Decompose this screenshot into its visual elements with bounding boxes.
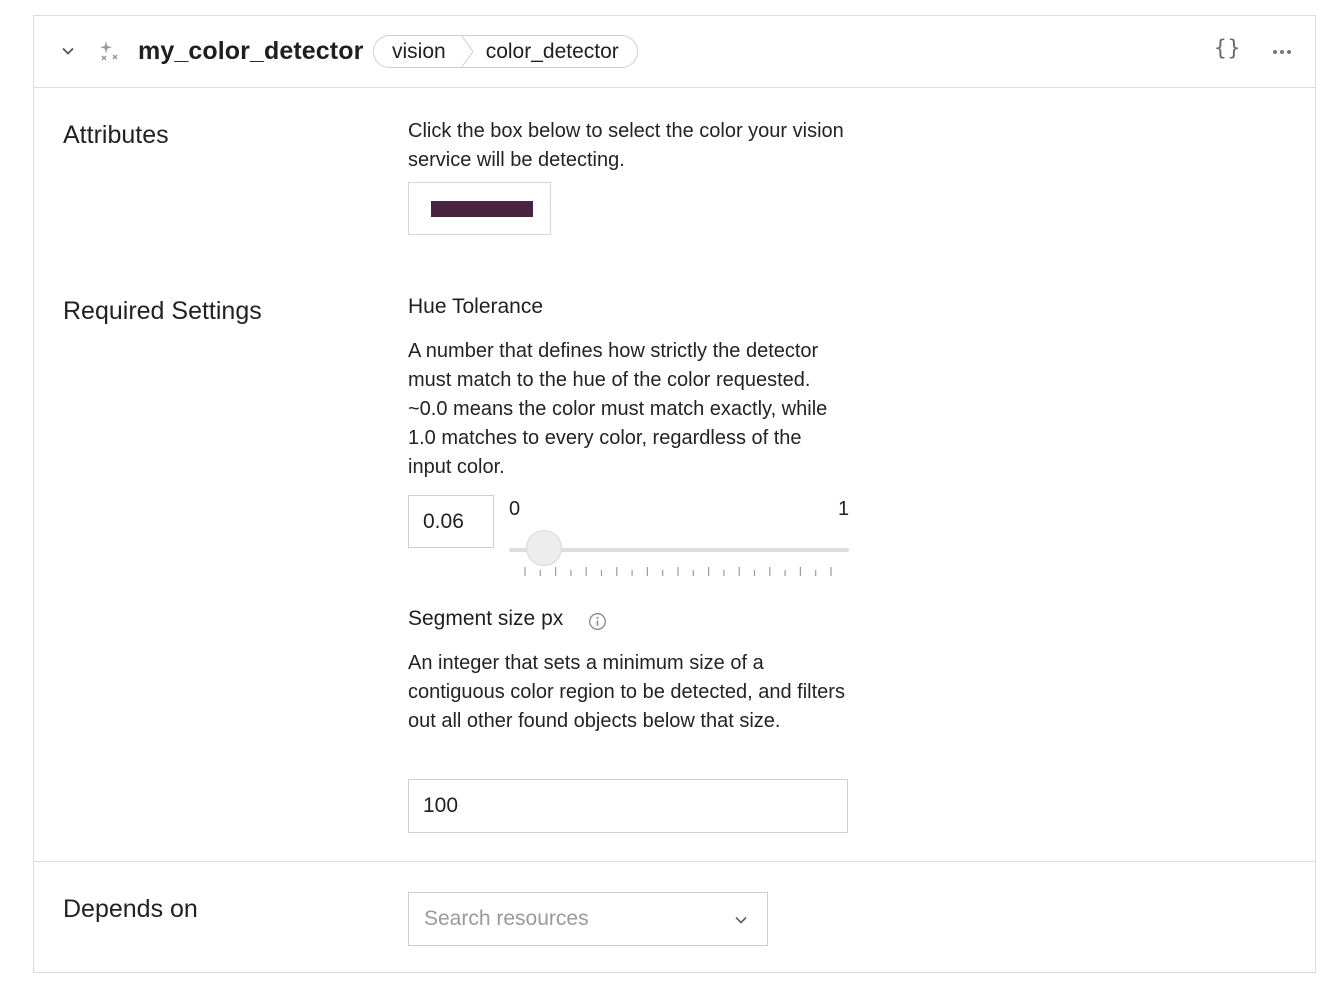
chevron-down-icon xyxy=(735,916,747,924)
more-horizontal-icon[interactable] xyxy=(1270,40,1294,64)
attributes-heading: Attributes xyxy=(63,121,169,149)
segment-size-input[interactable]: 100 xyxy=(408,779,848,833)
info-icon[interactable] xyxy=(588,612,607,631)
service-title: my_color_detector xyxy=(138,37,364,65)
section-divider xyxy=(34,861,1315,862)
slider-min-label: 0 xyxy=(509,498,521,520)
segment-size-label: Segment size px xyxy=(408,607,564,630)
hue-slider-ticks xyxy=(524,567,832,576)
hue-tolerance-input[interactable]: 0.06 xyxy=(408,495,494,548)
color-picker-button[interactable] xyxy=(408,182,551,235)
search-resources-select[interactable]: Search resources xyxy=(408,892,768,946)
segment-size-description: An integer that sets a minimum size of a… xyxy=(408,652,845,732)
slider-max-label: 1 xyxy=(838,498,850,520)
attributes-description: Click the box below to select the color … xyxy=(408,120,844,171)
breadcrumb-model: color_detector xyxy=(485,40,619,63)
card-header: my_color_detector vision color_detector … xyxy=(34,16,1315,88)
required-settings-heading: Required Settings xyxy=(63,297,262,325)
depends-on-heading: Depends on xyxy=(63,895,198,923)
hue-tolerance-label: Hue Tolerance xyxy=(408,295,544,318)
breadcrumb: vision color_detector xyxy=(373,35,638,68)
chevron-down-icon[interactable] xyxy=(60,43,76,59)
search-resources-placeholder: Search resources xyxy=(424,907,589,930)
json-mode-button[interactable]: {} xyxy=(1214,36,1241,60)
hue-tolerance-description: A number that defines how strictly the d… xyxy=(408,340,828,478)
color-swatch xyxy=(431,201,533,217)
breadcrumb-api: vision xyxy=(392,40,446,63)
sparkle-icon xyxy=(100,41,118,61)
service-card: my_color_detector vision color_detector … xyxy=(33,15,1316,973)
hue-slider-thumb[interactable] xyxy=(526,530,562,566)
